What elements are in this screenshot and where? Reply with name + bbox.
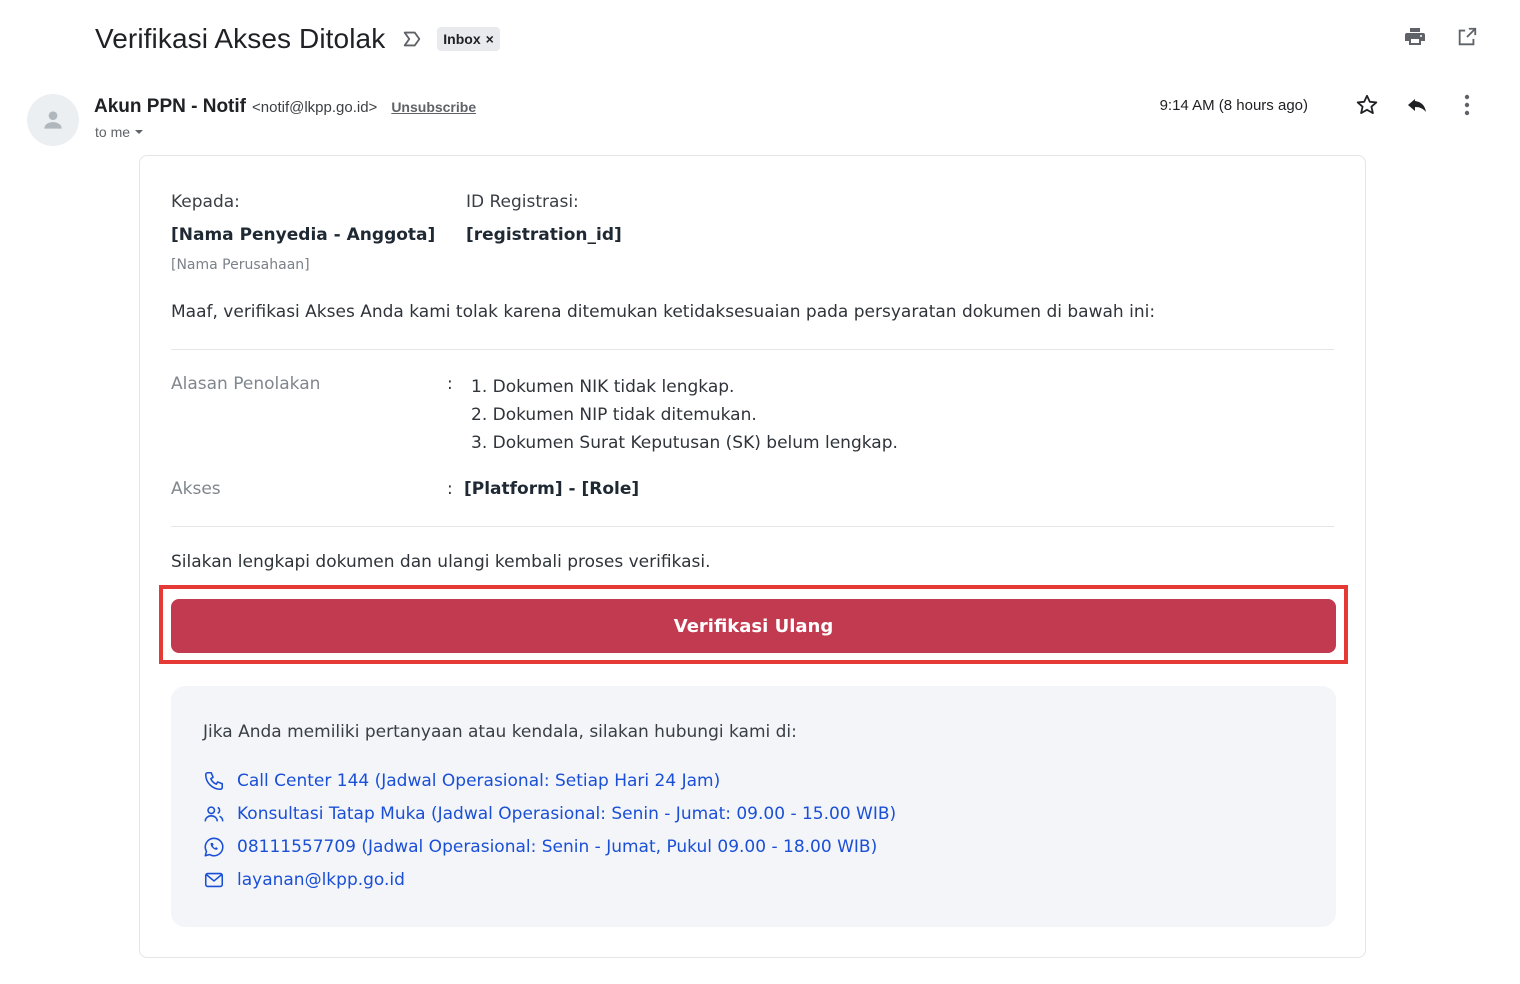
contact-text: Call Center 144 (Jadwal Operasional: Set… xyxy=(237,771,721,791)
registration-block: ID Registrasi: [registration_id] xyxy=(466,192,622,245)
contact-call-center[interactable]: Call Center 144 (Jadwal Operasional: Set… xyxy=(203,770,720,792)
reason-colon: : xyxy=(447,374,453,394)
users-icon xyxy=(203,803,225,825)
print-icon[interactable] xyxy=(1402,24,1428,50)
email-view: Verifikasi Akses Ditolak Inbox × Akun PP… xyxy=(0,0,1520,984)
reason-item: 1. Dokumen NIK tidak lengkap. xyxy=(471,377,735,397)
chevron-down-icon xyxy=(135,130,144,134)
divider xyxy=(171,526,1334,527)
reply-icon[interactable] xyxy=(1404,92,1430,118)
timestamp: 9:14 AM (8 hours ago) xyxy=(1159,96,1308,114)
contact-intro: Jika Anda memiliki pertanyaan atau kenda… xyxy=(203,722,797,742)
whatsapp-icon xyxy=(203,836,225,858)
contact-box: Jika Anda memiliki pertanyaan atau kenda… xyxy=(171,686,1336,927)
to-name: [Nama Penyedia - Anggota] xyxy=(171,225,436,245)
reason-list: 1. Dokumen NIK tidak lengkap. 2. Dokumen… xyxy=(471,373,898,457)
mail-icon xyxy=(203,869,225,891)
label-chip-text: Inbox xyxy=(443,31,481,47)
contact-text: layanan@lkpp.go.id xyxy=(237,870,405,890)
open-in-new-window-icon[interactable] xyxy=(1454,24,1480,50)
sender-email: <notif@lkpp.go.id> xyxy=(252,99,378,116)
email-subject: Verifikasi Akses Ditolak xyxy=(95,23,386,54)
recipient-block: Kepada: [Nama Penyedia - Anggota] [Nama … xyxy=(171,192,435,273)
to-company: [Nama Perusahaan] xyxy=(171,257,310,273)
access-colon: : xyxy=(447,479,453,499)
to-label: Kepada: xyxy=(171,192,240,212)
subject-row: Verifikasi Akses Ditolak Inbox × xyxy=(95,20,500,58)
phone-icon xyxy=(203,770,225,792)
more-options-icon[interactable] xyxy=(1454,92,1480,118)
message-meta: 9:14 AM (8 hours ago) xyxy=(1160,92,1480,118)
divider xyxy=(171,349,1334,350)
contact-email[interactable]: layanan@lkpp.go.id xyxy=(203,869,405,891)
sender-name: Akun PPN - Notif xyxy=(94,96,246,117)
cta-highlight-box xyxy=(159,585,1348,664)
rejection-intro: Maaf, verifikasi Akses Anda kami tolak k… xyxy=(171,302,1156,322)
contact-text: 08111557709 (Jadwal Operasional: Senin -… xyxy=(237,837,878,857)
remove-label-button[interactable]: × xyxy=(486,31,494,47)
recipient-details-toggle[interactable]: to me xyxy=(95,124,144,140)
registration-label: ID Registrasi: xyxy=(466,192,579,212)
reason-label: Alasan Penolakan xyxy=(171,374,321,394)
closing-text: Silakan lengkapi dokumen dan ulangi kemb… xyxy=(171,552,711,572)
reason-item: 3. Dokumen Surat Keputusan (SK) belum le… xyxy=(471,433,898,453)
contact-face-to-face[interactable]: Konsultasi Tatap Muka (Jadwal Operasiona… xyxy=(203,803,896,825)
reason-item: 2. Dokumen NIP tidak ditemukan. xyxy=(471,405,757,425)
star-icon[interactable] xyxy=(1354,92,1380,118)
recipient-label: to me xyxy=(95,124,131,140)
access-label: Akses xyxy=(171,479,221,499)
contact-text: Konsultasi Tatap Muka (Jadwal Operasiona… xyxy=(237,804,897,824)
registration-value: [registration_id] xyxy=(466,225,622,245)
unsubscribe-link[interactable]: Unsubscribe xyxy=(391,99,476,115)
access-value: [Platform] - [Role] xyxy=(464,479,640,499)
label-chip-inbox: Inbox × xyxy=(437,27,500,51)
sender-avatar xyxy=(27,94,79,146)
importance-marker-icon[interactable] xyxy=(401,28,423,50)
top-actions xyxy=(1402,24,1480,50)
sender-line: Akun PPN - Notif <notif@lkpp.go.id> Unsu… xyxy=(94,96,476,118)
contact-whatsapp[interactable]: 08111557709 (Jadwal Operasional: Senin -… xyxy=(203,836,877,858)
email-body-card: Kepada: [Nama Penyedia - Anggota] [Nama … xyxy=(139,155,1366,958)
